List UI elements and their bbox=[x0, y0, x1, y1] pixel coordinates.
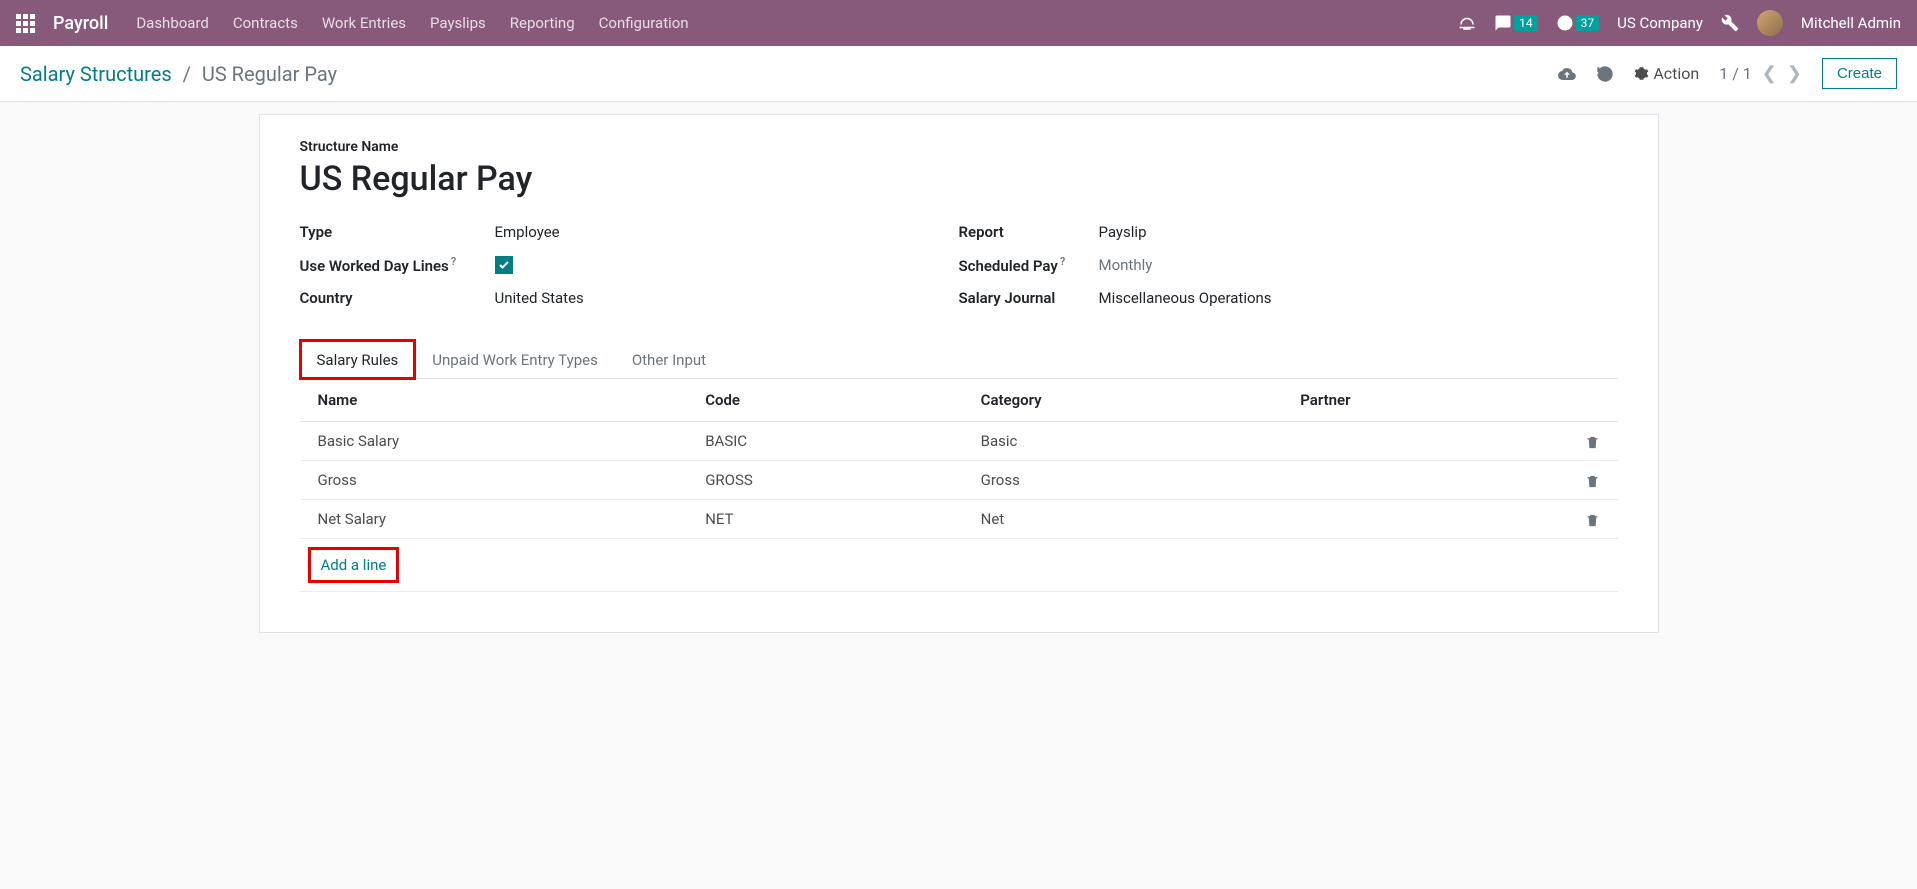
uwdl-label: Use Worked Day Lines? bbox=[300, 255, 495, 275]
apps-icon[interactable] bbox=[16, 14, 35, 33]
breadcrumb-current: US Regular Pay bbox=[202, 62, 337, 86]
nav-dashboard[interactable]: Dashboard bbox=[136, 14, 209, 32]
breadcrumb: Salary Structures / US Regular Pay bbox=[20, 62, 337, 86]
user-menu[interactable]: Mitchell Admin bbox=[1801, 14, 1901, 32]
uwdl-checkbox[interactable] bbox=[495, 256, 513, 275]
cell-category: Basic bbox=[963, 422, 1283, 461]
table-row[interactable]: Net Salary NET Net bbox=[300, 500, 1618, 539]
cell-category: Gross bbox=[963, 461, 1283, 500]
nav-work-entries[interactable]: Work Entries bbox=[322, 14, 406, 32]
pager-text: 1 / 1 bbox=[1719, 64, 1752, 83]
pager-next-icon[interactable]: ❯ bbox=[1787, 63, 1802, 84]
nav-reporting[interactable]: Reporting bbox=[510, 14, 575, 32]
activities-icon[interactable]: 37 bbox=[1556, 14, 1600, 32]
report-value[interactable]: Payslip bbox=[1099, 223, 1147, 241]
tab-other-input[interactable]: Other Input bbox=[615, 340, 723, 379]
cell-name: Basic Salary bbox=[300, 422, 688, 461]
tab-salary-rules[interactable]: Salary Rules bbox=[300, 340, 416, 379]
breadcrumb-sep: / bbox=[183, 62, 191, 86]
delete-row-icon[interactable] bbox=[1567, 461, 1618, 500]
nav-payslips[interactable]: Payslips bbox=[430, 14, 486, 32]
cell-partner bbox=[1282, 461, 1566, 500]
topbar: Payroll Dashboard Contracts Work Entries… bbox=[0, 0, 1917, 46]
help-icon[interactable]: ? bbox=[451, 255, 456, 268]
breadcrumb-root[interactable]: Salary Structures bbox=[20, 62, 172, 86]
action-label: Action bbox=[1653, 64, 1699, 83]
tabs: Salary Rules Unpaid Work Entry Types Oth… bbox=[300, 339, 1618, 379]
journal-label: Salary Journal bbox=[959, 289, 1099, 307]
nav-configuration[interactable]: Configuration bbox=[599, 14, 689, 32]
journal-value[interactable]: Miscellaneous Operations bbox=[1099, 289, 1272, 307]
action-dropdown[interactable]: Action bbox=[1634, 64, 1699, 83]
col-category[interactable]: Category bbox=[963, 379, 1283, 422]
pager-prev-icon[interactable]: ❮ bbox=[1762, 63, 1777, 84]
add-line-row: Add a line bbox=[300, 539, 1618, 592]
sched-value[interactable]: Monthly bbox=[1099, 256, 1153, 274]
record-title[interactable]: US Regular Pay bbox=[300, 159, 1618, 199]
tray-icon-1[interactable] bbox=[1458, 14, 1476, 32]
nav-items: Dashboard Contracts Work Entries Payslip… bbox=[136, 14, 688, 32]
cell-code: NET bbox=[687, 500, 962, 539]
debug-icon[interactable] bbox=[1721, 14, 1739, 32]
col-partner[interactable]: Partner bbox=[1282, 379, 1566, 422]
control-bar: Salary Structures / US Regular Pay Actio… bbox=[0, 46, 1917, 102]
cell-name: Net Salary bbox=[300, 500, 688, 539]
help-icon[interactable]: ? bbox=[1060, 255, 1065, 268]
country-label: Country bbox=[300, 289, 495, 307]
report-label: Report bbox=[959, 223, 1099, 241]
cell-partner bbox=[1282, 500, 1566, 539]
check-icon bbox=[495, 256, 513, 274]
pager: 1 / 1 ❮ ❯ bbox=[1719, 63, 1802, 84]
salary-rules-table: Name Code Category Partner Basic Salary … bbox=[300, 379, 1618, 592]
tab-unpaid-work-entry-types[interactable]: Unpaid Work Entry Types bbox=[415, 340, 615, 379]
undo-icon[interactable] bbox=[1596, 63, 1614, 84]
form-sheet: Structure Name US Regular Pay Type Emplo… bbox=[259, 114, 1659, 633]
col-name[interactable]: Name bbox=[300, 379, 688, 422]
table-row[interactable]: Gross GROSS Gross bbox=[300, 461, 1618, 500]
structure-name-label: Structure Name bbox=[300, 139, 1618, 155]
delete-row-icon[interactable] bbox=[1567, 500, 1618, 539]
messages-icon[interactable]: 14 bbox=[1494, 14, 1538, 32]
app-brand[interactable]: Payroll bbox=[53, 13, 108, 34]
cell-code: GROSS bbox=[687, 461, 962, 500]
add-line-link[interactable]: Add a line bbox=[321, 556, 387, 574]
cell-code: BASIC bbox=[687, 422, 962, 461]
activities-badge: 37 bbox=[1576, 15, 1600, 31]
nav-contracts[interactable]: Contracts bbox=[233, 14, 298, 32]
cloud-upload-icon[interactable] bbox=[1558, 63, 1576, 84]
type-value[interactable]: Employee bbox=[495, 223, 560, 241]
country-value[interactable]: United States bbox=[495, 289, 584, 307]
delete-row-icon[interactable] bbox=[1567, 422, 1618, 461]
avatar[interactable] bbox=[1757, 10, 1783, 36]
cell-category: Net bbox=[963, 500, 1283, 539]
table-row[interactable]: Basic Salary BASIC Basic bbox=[300, 422, 1618, 461]
messages-badge: 14 bbox=[1514, 15, 1538, 31]
type-label: Type bbox=[300, 223, 495, 241]
cell-name: Gross bbox=[300, 461, 688, 500]
sched-label: Scheduled Pay? bbox=[959, 255, 1099, 275]
create-button[interactable]: Create bbox=[1822, 58, 1897, 89]
cell-partner bbox=[1282, 422, 1566, 461]
company-switcher[interactable]: US Company bbox=[1617, 14, 1703, 32]
col-code[interactable]: Code bbox=[687, 379, 962, 422]
